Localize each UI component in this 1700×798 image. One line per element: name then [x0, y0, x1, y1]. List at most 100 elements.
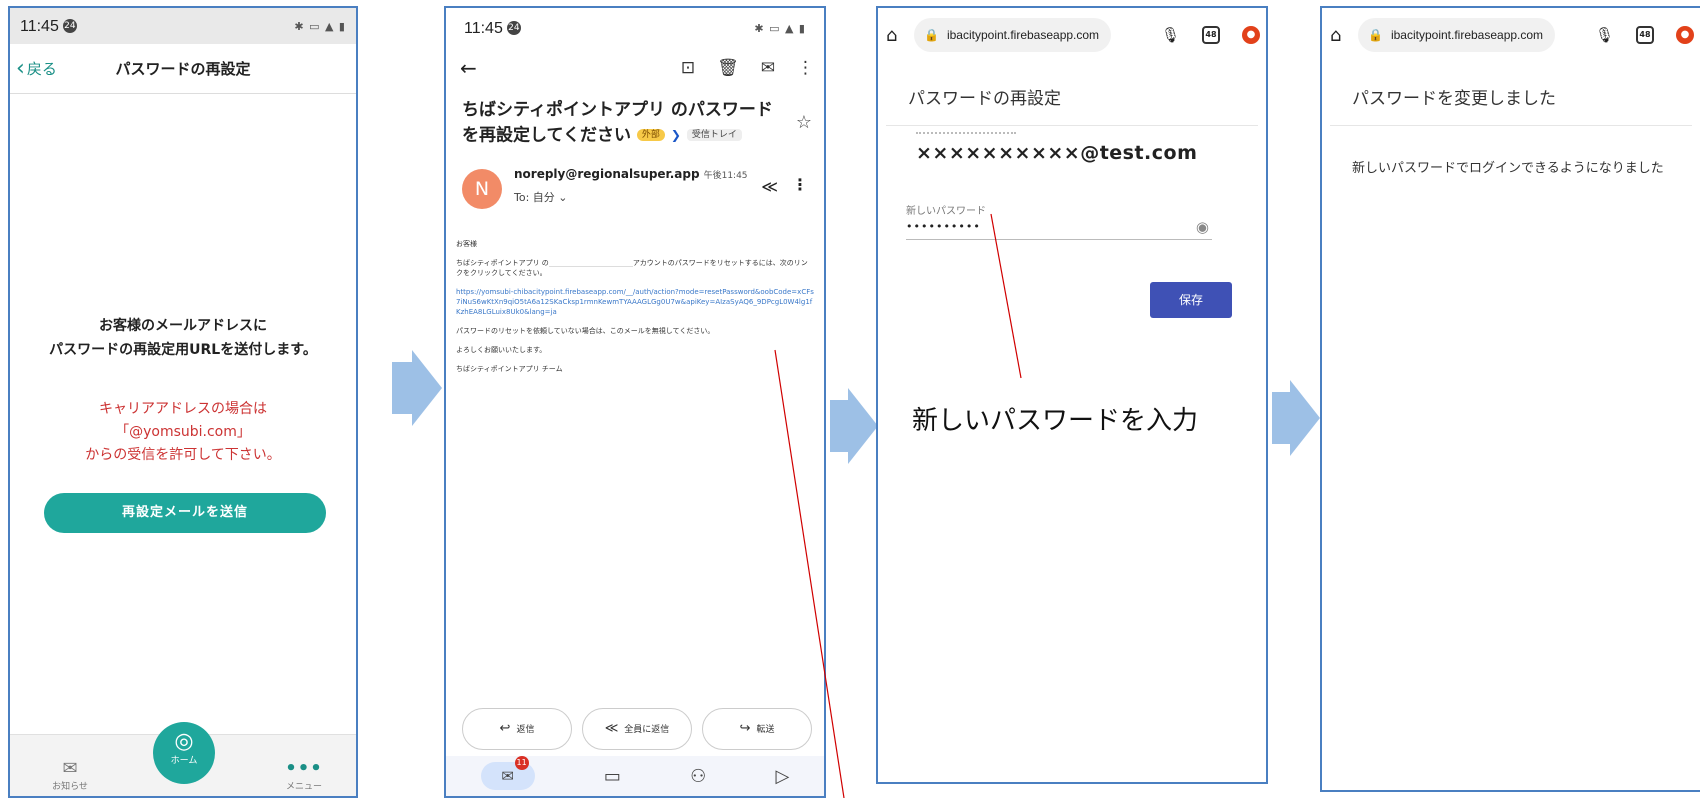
url-text: ibacitypoint.firebaseapp.com: [946, 28, 1100, 42]
url-text: ibacitypoint.firebaseapp.com: [1390, 28, 1544, 42]
carrier-warning: キャリアアドレスの場合は 「@yomsubi.com」 からの受信を許可して下さ…: [10, 398, 356, 467]
status-time: 11:45: [464, 19, 503, 37]
url-bar[interactable]: 🔒 ibacitypoint.firebaseapp.com: [1358, 18, 1556, 52]
team-signature: ちばシティポイントアプリ チーム: [456, 364, 563, 373]
back-button[interactable]: ‹ 戻る: [10, 55, 57, 81]
adblock-icon[interactable]: ●: [1676, 26, 1694, 44]
lock-icon: 🔒: [1368, 28, 1383, 42]
success-message: 新しいパスワードでログインできるようになりました: [1352, 161, 1664, 176]
redacted-area: [916, 132, 1016, 136]
archive-icon[interactable]: ⊡: [681, 58, 695, 78]
reply-all-icon: ≪: [604, 721, 619, 736]
gmail-bottom-nav: ✉ 11 ▭ ⚇ ▷: [446, 756, 824, 796]
inbox-chip[interactable]: 受信トレイ: [686, 129, 742, 141]
message-line-2: パスワードの再設定用URLを送付します。: [49, 342, 317, 358]
microphone-icon[interactable]: 🎙: [1161, 26, 1180, 44]
forward-label: 転送: [756, 725, 775, 735]
password-value: ••••••••••: [906, 220, 981, 233]
system-icons: ✱ ▭ ▲ ▮: [754, 21, 806, 35]
browser-toolbar: ⌂ 🔒 ibacitypoint.firebaseapp.com 🎙 48 ●: [1322, 8, 1700, 62]
email-subject: ちばシティポイントアプリ のパスワードを再設定してください 外部 ❯ 受信トレイ…: [446, 88, 824, 149]
chevron-down-icon: ⌄: [558, 190, 568, 204]
tab-notice-label: お知らせ: [52, 782, 88, 792]
more-vert-icon[interactable]: ⋮: [792, 175, 808, 194]
avatar: N: [462, 168, 502, 209]
tab-switcher[interactable]: 48: [1636, 26, 1654, 44]
email-toolbar: ← ⊡ 🗑 ✉ ⋮: [446, 48, 824, 88]
mail-icon[interactable]: ✉: [761, 58, 775, 78]
email-actions: ↩ 返信 ≪ 全員に返信 ↪ 転送: [462, 708, 812, 750]
external-chip: 外部: [636, 129, 665, 141]
meet-icon[interactable]: ▷: [776, 766, 790, 787]
page-title: パスワードの再設定: [115, 60, 251, 78]
mail-tab[interactable]: ✉ 11: [480, 756, 535, 790]
account-email: ××××××××××@test.com: [916, 142, 1198, 164]
notification-badge: 24: [62, 19, 77, 33]
to-label: To: 自分: [514, 190, 555, 204]
important-marker-icon: ❯: [670, 128, 681, 142]
warn-line-1: キャリアアドレスの場合は: [99, 401, 267, 417]
envelope-icon: ✉: [62, 758, 78, 779]
home-icon[interactable]: ⌂: [1330, 25, 1358, 46]
page-title: パスワードを変更しました: [1330, 62, 1692, 126]
email-view-screen: 11:45 24 ✱ ▭ ▲ ▮ ← ⊡ 🗑 ✉ ⋮ ちばシティポイントアプリ の…: [444, 6, 826, 798]
microphone-icon[interactable]: 🎙: [1595, 26, 1614, 44]
send-reset-email-button[interactable]: 再設定メールを送信: [44, 493, 326, 533]
browser-success-screen: ⌂ 🔒 ibacitypoint.firebaseapp.com 🎙 48 ● …: [1320, 6, 1700, 792]
reply-button[interactable]: ↩ 返信: [462, 708, 572, 750]
reply-all-label: 全員に返信: [624, 725, 670, 735]
body-text: ちばシティポイントアプリ の: [456, 258, 549, 267]
star-icon[interactable]: ☆: [796, 110, 812, 135]
password-label: 新しいパスワード: [906, 206, 986, 217]
spaces-icon[interactable]: ⚇: [690, 766, 706, 787]
system-icons: ✱ ▭ ▲ ▮: [294, 19, 346, 33]
annotation-label: 新しいパスワードを入力: [912, 406, 1199, 436]
more-vert-icon[interactable]: ⋮: [797, 58, 814, 78]
url-bar[interactable]: 🔒 ibacitypoint.firebaseapp.com: [914, 18, 1112, 52]
tab-notice[interactable]: ✉ お知らせ: [40, 758, 100, 792]
forward-icon: ↪: [739, 721, 751, 736]
tab-home[interactable]: ◎ ホーム: [153, 722, 215, 784]
status-bar: 11:45 24 ✱ ▭ ▲ ▮: [10, 8, 356, 44]
chat-icon[interactable]: ▭: [604, 766, 621, 787]
reply-all-icon[interactable]: ≪: [761, 177, 778, 196]
eye-icon[interactable]: ◉: [1196, 218, 1210, 236]
warn-line-2: 「@yomsubi.com」: [115, 424, 251, 440]
mail-icon: ✉: [501, 767, 514, 785]
tab-switcher[interactable]: 48: [1202, 26, 1220, 44]
body-paragraph: ちばシティポイントアプリ のアカウントのパスワードをリセットするには、次のリンク…: [456, 258, 814, 278]
chevron-left-icon: ‹: [16, 55, 25, 81]
sender-address: noreply@regionalsuper.app 午後11:45: [514, 167, 748, 181]
home-icon[interactable]: ⌂: [886, 25, 914, 46]
forward-button[interactable]: ↪ 転送: [702, 708, 812, 750]
reply-all-button[interactable]: ≪ 全員に返信: [582, 708, 692, 750]
email-body: お客様 ちばシティポイントアプリ のアカウントのパスワードをリセットするには、次…: [446, 223, 824, 374]
recipient-line[interactable]: To: 自分 ⌄: [514, 189, 568, 205]
reset-link[interactable]: https://yomsubi-chibacitypoint.firebasea…: [456, 287, 814, 317]
home-icon: ◎: [174, 729, 194, 754]
instruction-message: お客様のメールアドレスに パスワードの再設定用URLを送付します。: [10, 314, 356, 362]
arrow-left-icon[interactable]: ←: [460, 56, 477, 80]
back-label: 戻る: [26, 60, 57, 78]
new-password-field[interactable]: •••••••••• ◉: [906, 216, 1212, 240]
lock-icon: 🔒: [924, 28, 939, 42]
status-bar: 11:45 24 ✱ ▭ ▲ ▮: [446, 8, 824, 48]
warn-line-3: からの受信を許可して下さい。: [85, 447, 281, 463]
more-dots-icon: •••: [285, 758, 323, 779]
sent-time: 午後11:45: [703, 170, 748, 181]
message-line-1: お客様のメールアドレスに: [99, 318, 267, 334]
trash-icon[interactable]: 🗑: [717, 58, 739, 78]
adblock-icon[interactable]: ●: [1242, 26, 1260, 44]
browser-toolbar: ⌂ 🔒 ibacitypoint.firebaseapp.com 🎙 48 ●: [878, 8, 1266, 62]
tab-home-label: ホーム: [170, 756, 198, 766]
sender-row: N noreply@regionalsuper.app 午後11:45 To: 自…: [446, 163, 824, 223]
greeting: お客様: [456, 239, 477, 248]
bottom-tab-bar: ✉ お知らせ ◎ ホーム ••• メニュー: [10, 722, 356, 796]
browser-reset-form: ⌂ 🔒 ibacitypoint.firebaseapp.com 🎙 48 ● …: [876, 6, 1268, 784]
save-button[interactable]: 保存: [1150, 282, 1232, 318]
app-reset-screen: 11:45 24 ✱ ▭ ▲ ▮ ‹ 戻る パスワードの再設定 お客様のメールアド…: [8, 6, 358, 798]
sender-email: noreply@regionalsuper.app: [514, 166, 700, 181]
regards: よろしくお願いいたします。: [456, 345, 547, 354]
tab-menu[interactable]: ••• メニュー: [274, 758, 334, 792]
page-title: パスワードの再設定: [886, 62, 1258, 126]
